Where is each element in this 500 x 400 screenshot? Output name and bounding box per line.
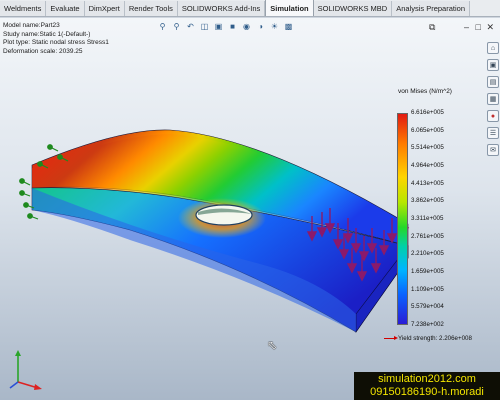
watermark: simulation2012.com 09150186190-h.moradi [354,372,500,400]
legend-ticks: 6.616e+005 6.065e+005 5.514e+005 4.964e+005… [411,108,456,330]
appearances-icon[interactable]: ● [487,110,499,122]
tab-solidworks-mbd[interactable]: SOLIDWORKS MBD [313,1,393,16]
legend-tick-label: 6.616e+005 [411,109,444,116]
design-library-icon[interactable]: ▣ [487,59,499,71]
mouse-pointer-icon: ⬁ [267,338,278,352]
home-icon[interactable]: ⌂ [487,42,499,54]
legend-tick-label: 1.109e+005 [411,285,444,293]
watermark-line2: 09150186190-h.moradi [370,386,484,398]
legend-tick-label: 3.311e+005 [411,215,444,222]
legend-tick-label: 4.413e+005 [411,179,444,187]
yield-arrow-icon [384,336,398,340]
yield-strength: Yield strength: 2.206e+008 [384,335,472,342]
legend-colorbar [397,113,408,325]
custom-properties-icon[interactable]: ☰ [487,127,499,139]
legend-tick-label: 5.514e+005 [411,144,444,152]
command-manager-tabs: Weldments Evaluate DimXpert Render Tools SOL… [0,0,500,17]
legend-tick-label: 2.761e+005 [411,232,444,240]
tab-solidworks-add-ins[interactable]: SOLIDWORKS Add-Ins [177,1,266,16]
legend-tick-label: 4.964e+005 [411,162,444,169]
legend-tick-label: 5.579e+004 [411,303,444,311]
tab-render-tools[interactable]: Render Tools [124,1,178,16]
legend-tick-label: 7.238e+002 [411,321,444,328]
legend-tick-label: 6.065e+005 [411,126,444,134]
graphics-area[interactable]: Model name:Part23 Study name:Static 1(-D… [0,18,500,400]
file-explorer-icon[interactable]: ▤ [487,76,499,88]
tab-evaluate[interactable]: Evaluate [46,1,85,16]
task-pane-tabs: ⌂ ▣ ▤ ▦ ● ☰ ✉ [487,42,499,156]
tab-dimxpert[interactable]: DimXpert [84,1,125,16]
tab-weldments[interactable]: Weldments [0,1,47,16]
forum-icon[interactable]: ✉ [487,144,499,156]
yield-strength-label: Yield strength: 2.206e+008 [398,335,472,342]
legend-tick-label: 1.659e+005 [411,268,444,275]
watermark-line1: simulation2012.com [378,373,476,385]
legend-tick-label: 2.210e+005 [411,250,444,258]
tab-analysis-preparation[interactable]: Analysis Preparation [392,1,470,16]
tab-simulation[interactable]: Simulation [265,0,314,16]
view-palette-icon[interactable]: ▦ [487,93,499,105]
legend-title: von Mises (N/m^2) [398,88,452,95]
reference-triad [9,350,42,390]
legend-tick-label: 3.862e+005 [411,197,444,205]
